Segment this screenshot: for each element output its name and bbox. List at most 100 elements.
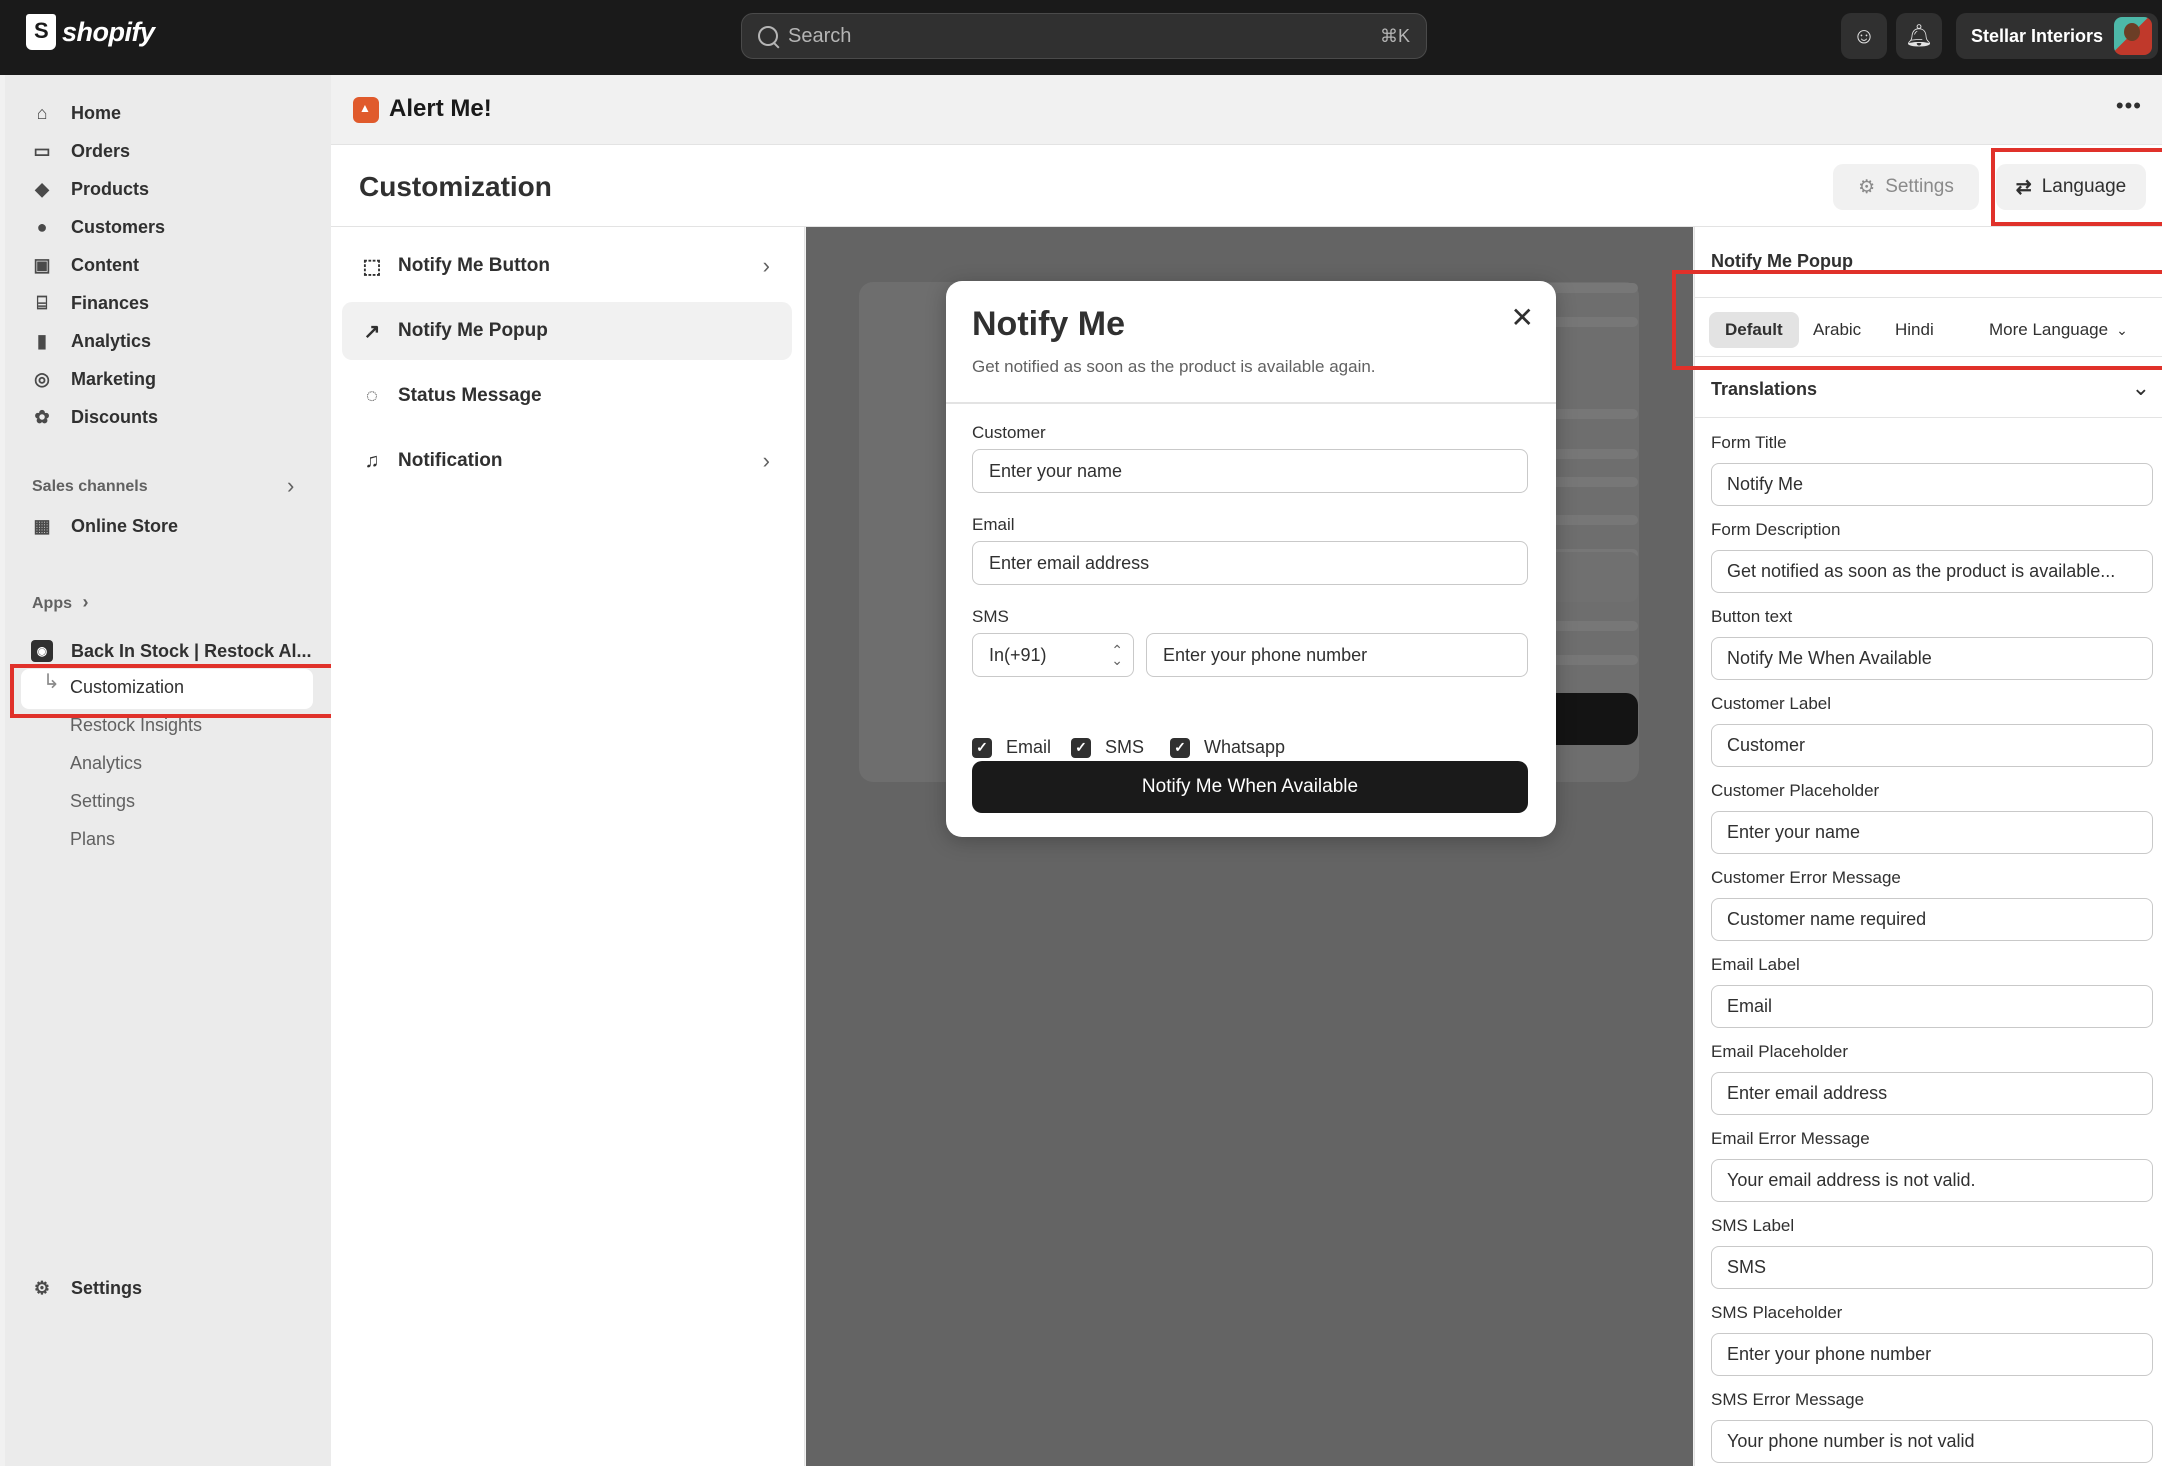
nav-sub-label: Restock Insights (70, 715, 203, 735)
checkmark-icon: ✓ (1071, 737, 1091, 758)
country-code-value: In(+91) (989, 644, 1047, 665)
top-bar: shopify Search ⌘K ☺ 🔔︎ Stellar Interiors (0, 0, 2162, 75)
ghost-line (1546, 449, 1638, 459)
customer-error-input[interactable]: Customer name required (1711, 898, 2153, 941)
field-label: SMS Label (1711, 1216, 1795, 1235)
button-text-input[interactable]: Notify Me When Available (1711, 637, 2153, 680)
translations-header[interactable]: Translations (1711, 379, 1817, 400)
menu-label: Notify Me Button (398, 255, 550, 276)
divider (1695, 417, 2162, 418)
store-menu-button[interactable]: Stellar Interiors (1956, 13, 2158, 59)
ghost-line (1546, 515, 1638, 525)
ghost-line (1546, 655, 1638, 665)
tag-icon: ◆ (35, 178, 49, 199)
menu-notify-me-button[interactable]: ⬚ Notify Me Button › (342, 237, 792, 295)
chevron-right-icon: › (762, 253, 770, 278)
nav-sub-label: Settings (70, 791, 136, 811)
search-input[interactable]: Search ⌘K (741, 13, 1427, 59)
nav-label: Discounts (71, 406, 159, 427)
sms-label: SMS (972, 607, 1009, 626)
whatsapp-checkbox[interactable]: ✓ Whatsapp (1170, 737, 1285, 758)
chevron-right-icon[interactable]: › (287, 473, 294, 499)
more-actions-icon[interactable]: ••• (2116, 93, 2142, 119)
nav-label: Finances (71, 292, 150, 313)
field-label: SMS Placeholder (1711, 1303, 1843, 1322)
nav-item-home[interactable]: ⌂ Home (31, 95, 121, 131)
menu-notify-me-popup[interactable]: ↗ Notify Me Popup (342, 302, 792, 360)
settings-button[interactable]: ⚙ Settings (1833, 164, 1979, 210)
alert-app-icon (353, 97, 379, 123)
nav-item-marketing[interactable]: ◎ Marketing (31, 361, 156, 397)
nav-sub-analytics[interactable]: Analytics (70, 753, 142, 774)
nav-label: Content (71, 254, 139, 275)
settings-button-label: Settings (1885, 176, 1954, 197)
bank-icon: ⌸ (36, 292, 48, 313)
customer-label-input[interactable]: Customer (1711, 724, 2153, 767)
notify-submit-button[interactable]: Notify Me When Available (972, 761, 1528, 813)
chevron-right-icon: › (762, 448, 770, 473)
external-link-icon: ↗ (363, 320, 381, 343)
field-label: Customer Label (1711, 694, 1832, 713)
nav-item-customers[interactable]: ● Customers (31, 209, 165, 245)
nav-item-products[interactable]: ◆ Products (31, 171, 149, 207)
form-title-input[interactable]: Notify Me (1711, 463, 2153, 506)
nav-item-analytics[interactable]: ▮ Analytics (31, 323, 151, 359)
field-value: Email (1727, 996, 1773, 1016)
menu-status-message[interactable]: ◌ Status Message (342, 367, 792, 425)
nav-sub-plans[interactable]: Plans (70, 829, 115, 850)
checkbox-label: SMS (1105, 737, 1145, 757)
email-input[interactable]: Enter email address (972, 541, 1528, 585)
nav-item-settings[interactable]: ⚙ Settings (31, 1270, 142, 1306)
ghost-line (1546, 409, 1638, 419)
close-icon[interactable]: ✕ (1511, 301, 1534, 334)
phone-input[interactable]: Enter your phone number (1146, 633, 1528, 677)
panel-title: Notify Me Popup (1711, 251, 1853, 271)
email-placeholder-input[interactable]: Enter email address (1711, 1072, 2153, 1115)
field-value: Notify Me When Available (1727, 648, 1932, 668)
email-label-input[interactable]: Email (1711, 985, 2153, 1028)
nav-item-orders[interactable]: ▭ Orders (31, 133, 130, 169)
bell-icon: ♫ (364, 449, 380, 472)
nav-sub-restock-insights[interactable]: Restock Insights (70, 715, 202, 736)
customer-name-input[interactable]: Enter your name (972, 449, 1528, 493)
bell-icon[interactable]: 🔔︎ (1896, 13, 1942, 59)
field-value: Enter your name (1727, 822, 1861, 842)
sidekick-icon[interactable]: ☺ (1841, 13, 1887, 59)
nav-label: Settings (71, 1277, 143, 1298)
customer-placeholder-input[interactable]: Enter your name (1711, 811, 2153, 854)
email-checkbox[interactable]: ✓ Email (972, 737, 1051, 758)
email-placeholder: Enter email address (989, 552, 1150, 573)
field-value: Customer (1727, 735, 1806, 755)
nav-item-online-store[interactable]: ▦ Online Store (31, 508, 178, 544)
nav-sub-settings[interactable]: Settings (70, 791, 135, 812)
apps-label: Apps (32, 595, 72, 612)
search-placeholder: Search (788, 24, 852, 47)
sms-error-input[interactable]: Your phone number is not valid (1711, 1420, 2153, 1463)
nav-label: Marketing (71, 368, 157, 389)
email-error-input[interactable]: Your email address is not valid. (1711, 1159, 2153, 1202)
sms-label-input[interactable]: SMS (1711, 1246, 2153, 1289)
apps-header[interactable]: Apps › (32, 592, 88, 613)
nav-item-finances[interactable]: ⌸ Finances (31, 285, 149, 321)
chevron-down-icon[interactable]: ⌄ (2132, 375, 2150, 401)
modal-title: Notify Me (972, 305, 1125, 343)
sales-channels-header[interactable]: Sales channels (32, 478, 148, 496)
field-value: Notify Me (1727, 474, 1804, 494)
submit-label: Notify Me When Available (1141, 776, 1359, 797)
shopify-logo[interactable]: shopify (26, 14, 155, 50)
menu-notification[interactable]: ♫ Notification › (342, 432, 792, 490)
nav-item-discounts[interactable]: ✿ Discounts (31, 399, 158, 435)
search-icon (758, 26, 778, 46)
form-description-input[interactable]: Get notified as soon as the product is a… (1711, 550, 2153, 593)
sms-placeholder-input[interactable]: Enter your phone number (1711, 1333, 2153, 1376)
nav-item-content[interactable]: ▣ Content (31, 247, 139, 283)
app-logo-icon: ◉ (31, 640, 53, 662)
notify-me-modal: Notify Me Get notified as soon as the pr… (946, 281, 1556, 837)
target-icon: ◎ (34, 368, 50, 389)
country-code-select[interactable]: In(+91) ⌃ ⌄ (972, 633, 1134, 677)
sms-checkbox[interactable]: ✓ SMS (1071, 737, 1144, 758)
chevron-right-icon: › (82, 592, 89, 612)
avatar (2114, 17, 2152, 55)
modal-divider (946, 402, 1556, 404)
phone-placeholder: Enter your phone number (1163, 644, 1368, 665)
